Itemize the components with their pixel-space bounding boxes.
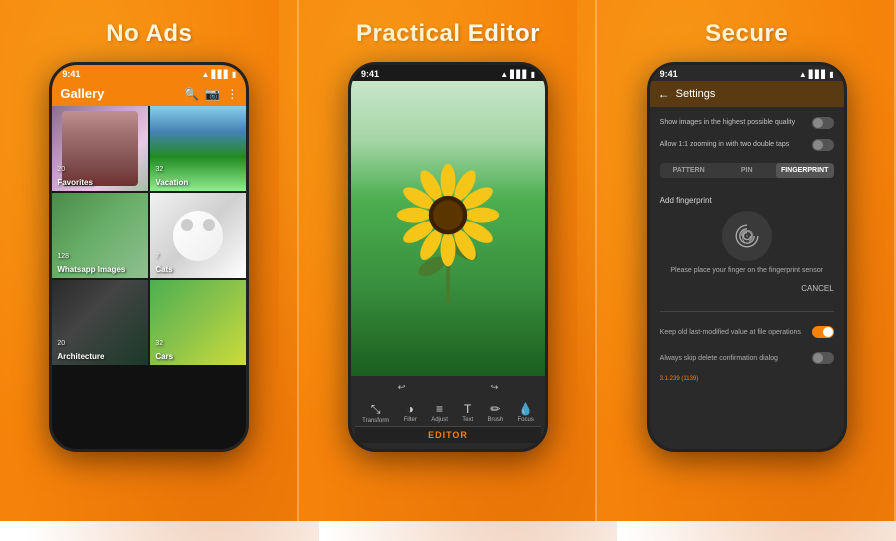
camera-icon[interactable]: 📷 (205, 87, 220, 101)
gallery-item-cars[interactable]: Cars 32 (150, 280, 246, 365)
add-fingerprint-label: Add fingerprint (660, 196, 712, 205)
album-count-cars: 32 (155, 340, 163, 361)
status-icons-1: ▲ ▋▋▋ ▮ (202, 70, 237, 79)
transform-tool[interactable]: ⤡ Transform (362, 402, 389, 424)
setting-quality-row: Show images in the highest possible qual… (660, 115, 834, 131)
setting-delete-toggle[interactable] (812, 352, 834, 364)
back-icon[interactable]: ← (658, 87, 670, 101)
setting-zoom-row: Allow 1:1 zooming in with two double tap… (660, 137, 834, 153)
album-count-whatsapp: 128 (57, 253, 69, 274)
album-count-vacation: 32 (155, 166, 163, 187)
setting-zoom-toggle[interactable] (812, 139, 834, 151)
editor-controls: ↩ ↪ ⤡ Transform ◑ Filter ≡ Adjust (351, 376, 545, 449)
search-icon[interactable]: 🔍 (184, 87, 199, 101)
no-ads-title: No Ads (106, 20, 192, 48)
battery-icon-3: ▮ (829, 70, 833, 79)
setting-quality-text: Show images in the highest possible qual… (660, 118, 800, 127)
no-ads-panel: No Ads 9:41 ▲ ▋▋▋ ▮ Gallery 🔍 📷 ⋮ (0, 0, 299, 521)
settings-content: Show images in the highest possible qual… (650, 107, 844, 449)
wifi-icon-2: ▲ (500, 70, 508, 79)
setting-zoom-text: Allow 1:1 zooming in with two double tap… (660, 140, 800, 149)
version-text: 3.1.239 (1139) (660, 376, 834, 382)
pattern-tab[interactable]: PATTERN (660, 163, 718, 178)
editor-screen: 9:41 ▲ ▋▋▋ ▮ (351, 65, 545, 449)
focus-tool[interactable]: 💧 Focus (517, 402, 533, 424)
secure-phone: 9:41 ▲ ▋▋▋ ▮ ← Settings Show images in t… (647, 62, 847, 452)
gallery-item-architecture[interactable]: Architecture 20 (52, 280, 148, 365)
editor-tool-icons: ⤡ Transform ◑ Filter ≡ Adjust T Text (355, 398, 541, 426)
settings-app-bar: ← Settings (650, 81, 844, 107)
setting-file-ops-toggle[interactable] (812, 326, 834, 338)
secure-title: Secure (705, 20, 788, 48)
signal-icon-2: ▋▋▋ (510, 70, 528, 79)
adjust-tool[interactable]: ≡ Adjust (431, 402, 448, 424)
brush-tool[interactable]: ✏ Brush (488, 402, 504, 424)
gallery-phone: 9:41 ▲ ▋▋▋ ▮ Gallery 🔍 📷 ⋮ Favorite (49, 62, 249, 452)
more-icon[interactable]: ⋮ (226, 87, 238, 101)
gallery-item-cats[interactable]: Cats 7 (150, 193, 246, 278)
battery-icon-2: ▮ (531, 70, 535, 79)
editor-title: Practical Editor (356, 20, 540, 48)
album-count-architecture: 20 (57, 340, 65, 361)
auth-tabs: PATTERN PIN FINGERPRINT (660, 163, 834, 178)
fingerprint-icon-container (722, 211, 772, 261)
signal-icon: ▋▋▋ (211, 70, 229, 79)
status-icons-3: ▲ ▋▋▋ ▮ (799, 70, 834, 79)
album-count-favorites: 20 (57, 166, 65, 187)
status-bar-3: 9:41 ▲ ▋▋▋ ▮ (650, 65, 844, 81)
undo-icon[interactable]: ↩ (398, 382, 406, 393)
sunflower-svg (388, 149, 508, 309)
secure-panel: Secure 9:41 ▲ ▋▋▋ ▮ ← Settings Show (597, 0, 896, 521)
album-count-cats: 7 (155, 253, 159, 274)
status-icons-2: ▲ ▋▋▋ ▮ (500, 70, 535, 79)
gallery-item-favorites[interactable]: Favorites 20 (52, 106, 148, 191)
sunflower-image (351, 81, 545, 376)
battery-icon: ▮ (232, 70, 236, 79)
text-tool[interactable]: T Text (462, 402, 473, 424)
status-bar-2: 9:41 ▲ ▋▋▋ ▮ (351, 65, 545, 81)
pin-tab[interactable]: PIN (718, 163, 776, 178)
gallery-grid: Favorites 20 Vacation 32 Whatsapp Images… (52, 106, 246, 365)
setting-delete-text: Always skip delete confirmation dialog (660, 355, 812, 362)
time-1: 9:41 (62, 69, 80, 79)
editor-image-area (351, 81, 545, 376)
gallery-app-bar: Gallery 🔍 📷 ⋮ (52, 81, 246, 106)
cancel-button[interactable]: CANCEL (801, 284, 833, 293)
setting-file-ops-row: Keep old last-modified value at file ope… (660, 322, 834, 342)
fingerprint-tab[interactable]: FINGERPRINT (776, 163, 834, 178)
gallery-title: Gallery (60, 86, 178, 101)
settings-title: Settings (676, 88, 716, 100)
editor-undo-redo: ↩ ↪ (355, 382, 541, 393)
fingerprint-icon (729, 218, 765, 254)
editor-tab-label: EDITOR (428, 430, 468, 440)
time-3: 9:41 (660, 69, 678, 79)
fingerprint-section: Add fingerprint Please place your finger… (660, 188, 834, 301)
setting-file-ops-text: Keep old last-modified value at file ope… (660, 329, 812, 336)
editor-panel: Practical Editor 9:41 ▲ ▋▋▋ ▮ (299, 0, 598, 521)
fingerprint-hint-text: Please place your finger on the fingerpr… (670, 267, 823, 274)
gallery-item-vacation[interactable]: Vacation 32 (150, 106, 246, 191)
signal-icon-3: ▋▋▋ (809, 70, 827, 79)
secure-screen: 9:41 ▲ ▋▋▋ ▮ ← Settings Show images in t… (650, 65, 844, 449)
status-bar-1: 9:41 ▲ ▋▋▋ ▮ (52, 65, 246, 81)
setting-delete-row: Always skip delete confirmation dialog (660, 348, 834, 368)
wifi-icon-3: ▲ (799, 70, 807, 79)
gallery-action-icons: 🔍 📷 ⋮ (184, 87, 238, 101)
redo-icon[interactable]: ↪ (491, 382, 499, 393)
settings-divider (660, 311, 834, 312)
wifi-icon: ▲ (202, 70, 210, 79)
editor-phone: 9:41 ▲ ▋▋▋ ▮ (348, 62, 548, 452)
filter-tool[interactable]: ◑ Filter (404, 402, 417, 424)
editor-tab-bar: EDITOR (355, 426, 541, 443)
gallery-item-whatsapp[interactable]: Whatsapp Images 128 (52, 193, 148, 278)
setting-quality-toggle[interactable] (812, 117, 834, 129)
time-2: 9:41 (361, 69, 379, 79)
